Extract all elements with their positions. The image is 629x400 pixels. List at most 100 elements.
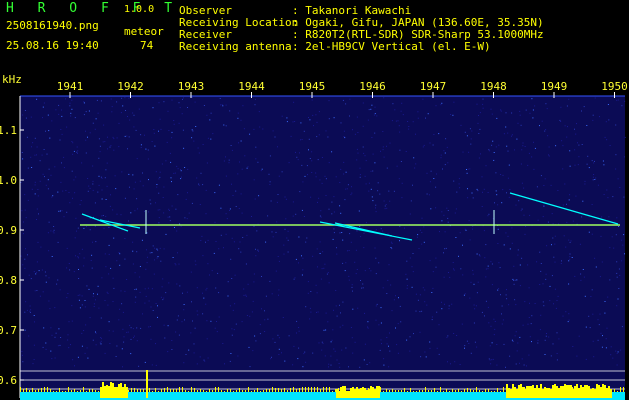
noise-floor-spike [110,390,111,392]
noise-floor-spike [602,391,603,392]
noise-floor-spike [242,390,243,392]
noise-floor-spike [305,387,306,392]
noise-floor-spike [23,389,24,392]
noise-floor-spike [482,391,483,392]
noise-floor-peak [336,389,338,398]
noise-floor-spike [272,387,273,392]
noise-floor-spike [392,389,393,392]
noise-floor-spike [140,389,141,392]
noise-floor-peak [534,388,536,398]
noise-floor-spike [416,391,417,392]
noise-floor-spike [125,388,126,392]
info-value-antenna: : 2el-HB9CV Vertical (el. E-W) [292,40,491,53]
noise-floor-spike [248,387,249,392]
noise-floor-spike [413,391,414,392]
noise-floor-spike [191,387,192,392]
noise-floor-spike [128,390,129,392]
noise-floor-spike [323,387,324,392]
noise-floor-spike [83,387,84,392]
x-tick-label: 1948 [480,80,507,93]
noise-floor-spike [143,389,144,392]
noise-floor-spike [380,387,381,392]
noise-floor-spike [350,388,351,392]
x-tick-label: 1947 [420,80,447,93]
noise-floor-spike [449,391,450,392]
noise-floor-spike [443,391,444,392]
header-panel: H R O F F T 1.0.0 2508161940.png 25.08.1… [0,0,629,70]
meteor-label: meteor [124,25,164,38]
y-axis-label: kHz [2,73,22,86]
noise-floor-spike [608,389,609,392]
noise-floor-spike [521,391,522,392]
noise-floor-peak [606,388,608,398]
y-tick-label: 0.9 [0,224,17,237]
noise-floor-spike [311,387,312,392]
noise-floor-spike [452,389,453,392]
noise-floor-spike [170,389,171,392]
noise-floor-spike [65,391,66,392]
noise-floor-peak [346,391,348,398]
noise-floor-peak [362,387,364,398]
noise-floor-spike [623,387,624,392]
noise-floor-peak [516,389,518,398]
noise-floor-spike [230,389,231,392]
noise-floor-spike [527,390,528,392]
y-tick-label: 0.6 [0,374,17,387]
noise-floor-spike [590,390,591,392]
noise-floor-spike [281,389,282,392]
noise-floor-spike [596,388,597,392]
noise-floor-spike [50,389,51,392]
noise-floor-spike [578,390,579,392]
noise-floor-spike [338,388,339,392]
noise-floor-spike [251,391,252,392]
noise-floor-spike [335,389,336,392]
spectrogram-chart: 1941 1942 1943 1944 1945 1946 1947 1948 1949 1950… [0,80,628,400]
noise-floor-peak [522,387,524,398]
x-tick-label: 1942 [117,80,144,93]
noise-floor-spike [86,391,87,392]
noise-floor-spike [617,391,618,392]
noise-floor-spike [557,389,558,392]
noise-floor-spike [614,389,615,392]
x-tick-label: 1941 [57,80,84,93]
noise-floor-spike [173,389,174,392]
noise-floor-spike [503,387,504,392]
x-tick-label: 1949 [541,80,568,93]
noise-floor-spike [485,389,486,392]
noise-floor-spike [593,389,594,392]
noise-floor-peak [354,389,356,398]
noise-floor-spike [20,387,21,392]
noise-floor-spike [620,387,621,392]
noise-floor-spike [71,390,72,392]
noise-floor-spike [245,390,246,392]
noise-floor-spike [473,390,474,392]
noise-floor-spike [167,387,168,392]
noise-floor-spike [422,390,423,392]
y-tick-label: 0.8 [0,274,17,287]
noise-floor-spike [419,390,420,392]
noise-floor-spike [497,388,498,392]
noise-floor-spike [365,391,366,392]
noise-floor-spike [179,387,180,392]
noise-floor-spike [470,389,471,392]
noise-floor-spike [533,389,534,392]
noise-floor-spike [383,391,384,392]
noise-floor-spike [182,387,183,392]
noise-floor-spike [53,391,54,392]
noise-floor-peak [564,384,566,398]
noise-floor-spike [605,387,606,392]
noise-floor-spike [29,390,30,392]
noise-floor-spike [107,388,108,392]
noise-floor-spike [59,388,60,392]
noise-floor-spike [524,387,525,392]
noise-floor-spike [344,391,345,392]
noise-floor-peak [126,387,128,398]
info-label-antenna: Receiving antenna [179,40,292,53]
noise-floor-spike [410,388,411,392]
noise-floor-spike [152,391,153,392]
noise-floor-spike [539,389,540,392]
noise-floor-peak [588,386,590,398]
noise-floor-peak [548,388,550,398]
noise-floor-spike [47,387,48,392]
noise-floor-spike [77,391,78,392]
